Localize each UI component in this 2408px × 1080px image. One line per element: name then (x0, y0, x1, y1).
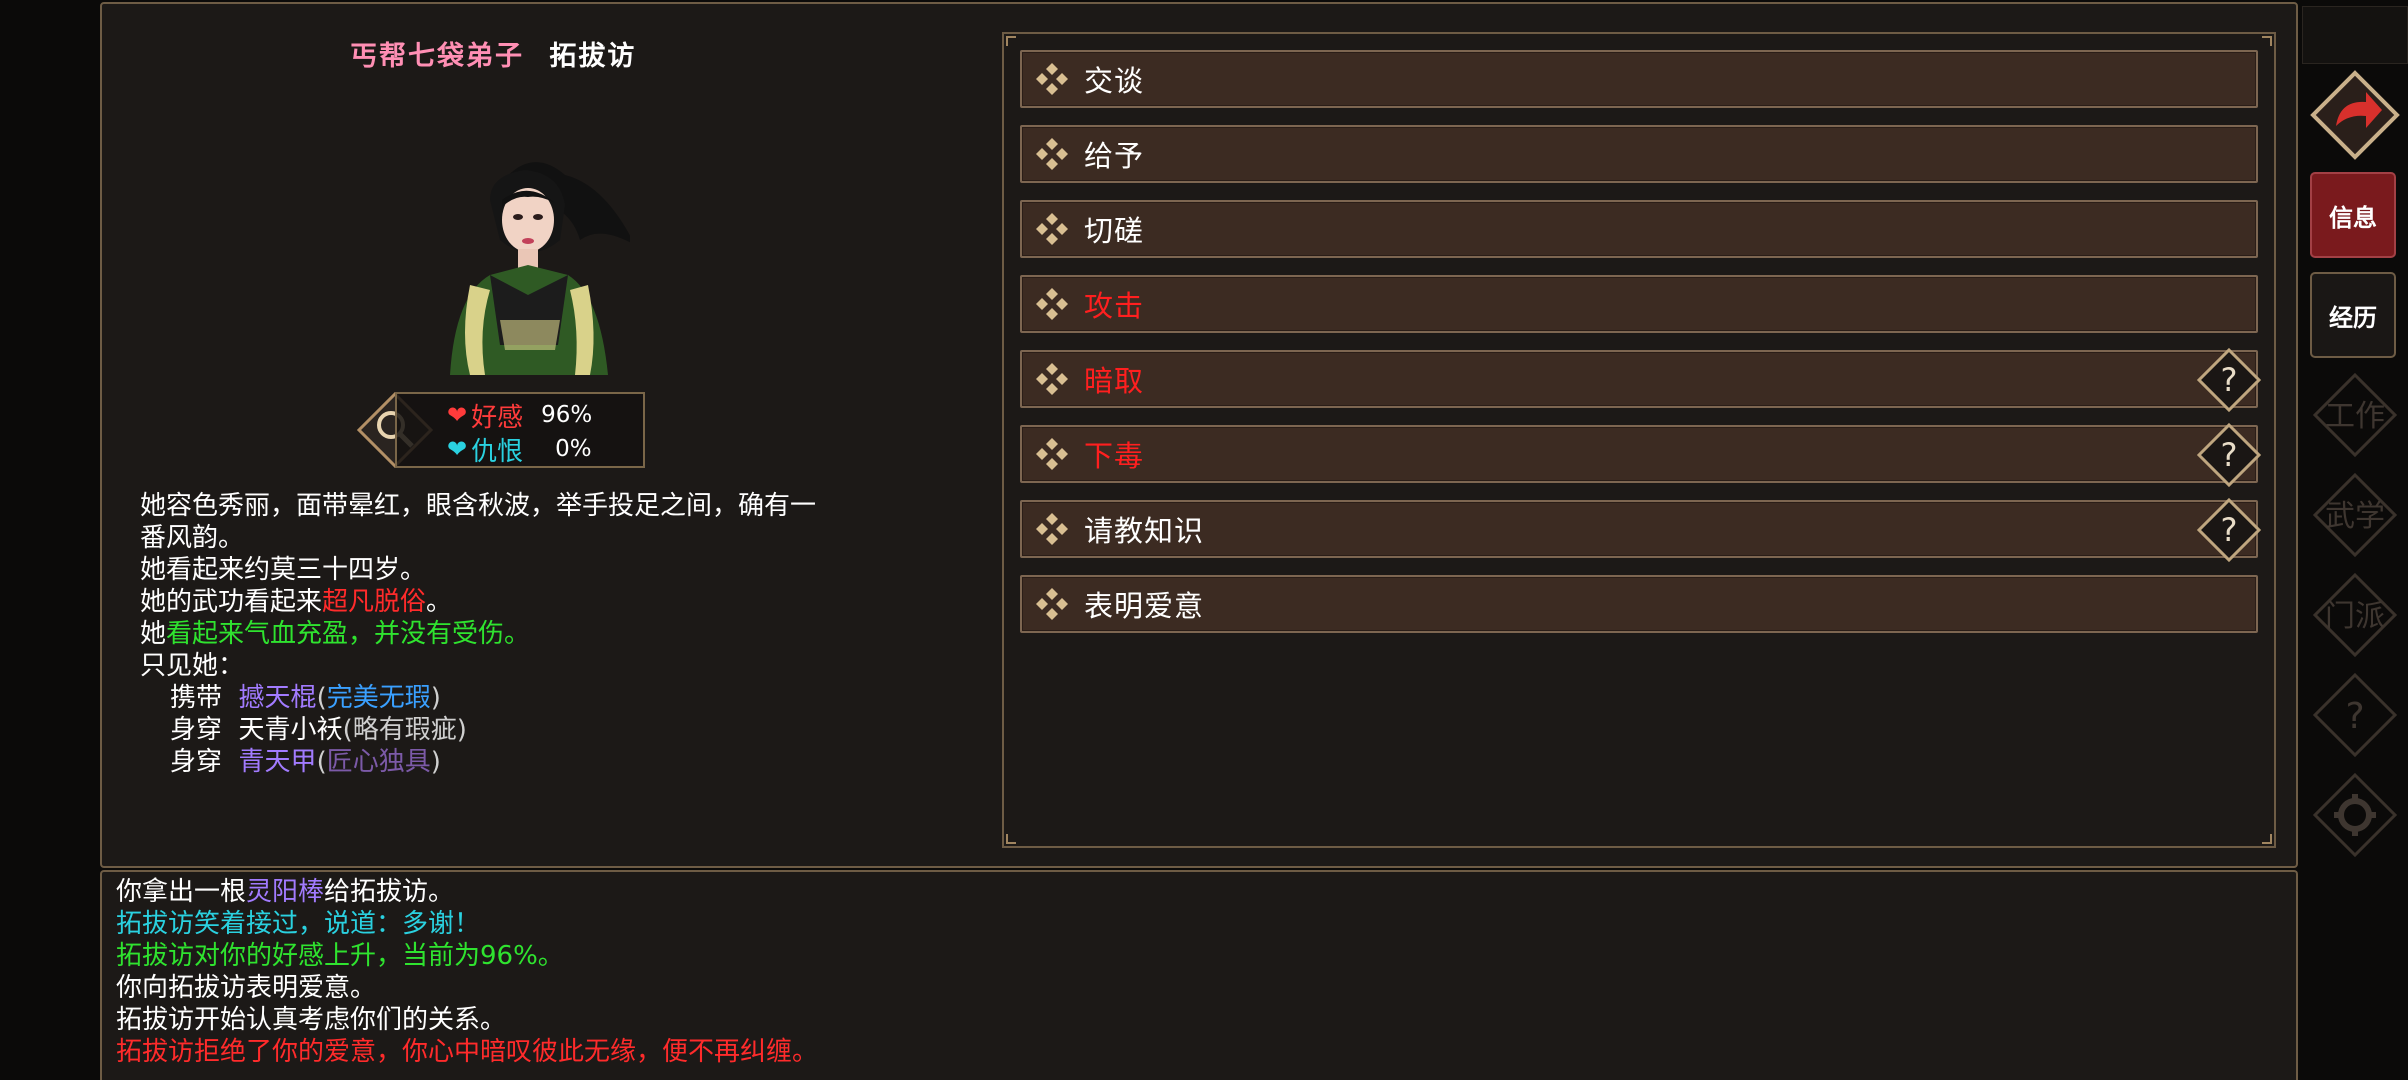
diamond-cluster-icon (1036, 213, 1068, 245)
diamond-cluster-icon (1036, 138, 1068, 170)
question-diamond-icon[interactable]: ? (2196, 497, 2262, 563)
gear-icon[interactable] (2312, 772, 2398, 858)
affection-value: 96% (541, 402, 593, 428)
affection-row: ❤ 好感 96% (447, 398, 593, 433)
action-learn-button[interactable]: 请教知识 ? (1020, 497, 2262, 563)
diamond-cluster-icon (1036, 438, 1068, 470)
question-diamond-icon[interactable]: ? (2196, 347, 2262, 413)
character-description: 她容色秀丽，面带晕红，眼含秋波，举手投足之间，确有一 番风韵。 她看起来约莫三十… (140, 490, 920, 778)
tab-history-label: 经历 (2329, 303, 2377, 332)
sidebar-item-help[interactable]: ? (2312, 672, 2398, 758)
character-title: 丐帮七袋弟子 拓拔访 (350, 34, 636, 73)
relationship-box: ❤ 好感 96% ❤ 仇恨 0% (395, 392, 645, 468)
character-rank: 丐帮七袋弟子 (350, 41, 524, 72)
log-line: 拓拔访笑着接过，说道：多谢！ (116, 909, 481, 939)
cyan-heart-icon: ❤ (447, 435, 468, 463)
red-heart-icon: ❤ (447, 401, 468, 429)
tab-history[interactable]: 经历 (2310, 272, 2396, 358)
equip-quality: 略有瑕疵 (352, 715, 457, 745)
action-label: 下毒 (1084, 439, 1145, 473)
action-label: 切磋 (1084, 214, 1145, 248)
character-name: 拓拔访 (549, 41, 637, 72)
log-line: 你拿出一根灵阳棒给拓拔访。 (116, 877, 455, 907)
desc-health: 她看起来气血充盈，并没有受伤。 (140, 619, 531, 649)
equip-quality: 匠心独具 (326, 747, 431, 777)
hatred-value: 0% (555, 436, 592, 462)
desc-martial: 她的武功看起来超凡脱俗。 (140, 587, 453, 617)
log-line: 你向拓拔访表明爱意。 (116, 973, 377, 1003)
tab-info[interactable]: 信息 (2310, 172, 2396, 258)
affection-label: 好感 (471, 402, 524, 433)
sidebar-item-label: 工作 (2325, 399, 2385, 434)
tab-info-label: 信息 (2329, 203, 2377, 232)
equip-armor: 身穿 青天甲(匠心独具) (170, 747, 441, 777)
action-spar-button[interactable]: 切磋 (1020, 200, 2258, 258)
action-confess-button[interactable]: 表明爱意 (1020, 575, 2258, 633)
diamond-cluster-icon (1036, 513, 1068, 545)
svg-text:?: ? (2221, 511, 2238, 549)
action-give-button[interactable]: 给予 (1020, 125, 2258, 183)
log-line: 拓拔访对你的好感上升，当前为96%。 (116, 941, 564, 971)
equip-weapon: 携带 撼天棍(完美无瑕) (170, 683, 441, 713)
action-label: 交谈 (1084, 64, 1145, 98)
action-label: 请教知识 (1084, 514, 1205, 548)
sidebar-item-label: 门派 (2325, 599, 2385, 634)
equip-item: 青天甲 (238, 747, 317, 777)
martial-level: 超凡脱俗 (322, 587, 427, 617)
action-label: 暗取 (1084, 364, 1145, 398)
character-portrait (450, 162, 630, 375)
equip-item: 天青小袄 (238, 715, 343, 745)
sidebar-item-work[interactable]: 工作 (2312, 372, 2398, 458)
sidebar-item-sect[interactable]: 门派 (2312, 572, 2398, 658)
desc-appearance-1: 她容色秀丽，面带晕红，眼含秋波，举手投足之间，确有一 (140, 491, 817, 521)
question-diamond-icon[interactable]: ? (2196, 422, 2262, 488)
action-attack-button[interactable]: 攻击 (1020, 275, 2258, 333)
action-label: 给予 (1084, 139, 1145, 173)
diamond-cluster-icon (1036, 288, 1068, 320)
sidebar-item-martial[interactable]: 武学 (2312, 472, 2398, 558)
diamond-cluster-icon (1036, 363, 1068, 395)
sidebar-item-label: 武学 (2325, 499, 2385, 534)
action-label: 表明爱意 (1084, 589, 1205, 623)
equip-item: 撼天棍 (238, 683, 317, 713)
health-status: 看起来气血充盈，并没有受伤。 (166, 619, 531, 649)
sidebar-top-slot (2302, 6, 2408, 64)
log-item: 灵阳棒 (246, 877, 325, 907)
action-poison-button[interactable]: 下毒 ? (1020, 422, 2262, 488)
action-steal-button[interactable]: 暗取 ? (1020, 347, 2262, 413)
sidebar-item-label: ? (2345, 696, 2364, 737)
hatred-row: ❤ 仇恨 0% (447, 432, 592, 467)
log-line: 拓拔访开始认真考虑你们的关系。 (116, 1005, 507, 1035)
desc-age: 她看起来约莫三十四岁。 (140, 555, 427, 585)
message-log: 你拿出一根灵阳棒给拓拔访。 拓拔访笑着接过，说道：多谢！ 拓拔访对你的好感上升，… (116, 876, 818, 1068)
log-line: 拓拔访拒绝了你的爱意，你心中暗叹彼此无缘，便不再纠缠。 (116, 1037, 819, 1067)
desc-observe: 只见她： (140, 651, 245, 681)
svg-text:?: ? (2221, 436, 2238, 474)
back-arrow-icon[interactable] (2310, 70, 2400, 160)
diamond-cluster-icon (1036, 588, 1068, 620)
diamond-cluster-icon (1036, 63, 1068, 95)
equip-quality: 完美无瑕 (326, 683, 431, 713)
svg-text:?: ? (2221, 361, 2238, 399)
action-talk-button[interactable]: 交谈 (1020, 50, 2258, 108)
equip-clothing: 身穿 天青小袄(略有瑕疵) (170, 715, 467, 745)
action-label: 攻击 (1084, 289, 1145, 323)
desc-appearance-2: 番风韵。 (140, 523, 245, 553)
hatred-label: 仇恨 (471, 436, 524, 467)
